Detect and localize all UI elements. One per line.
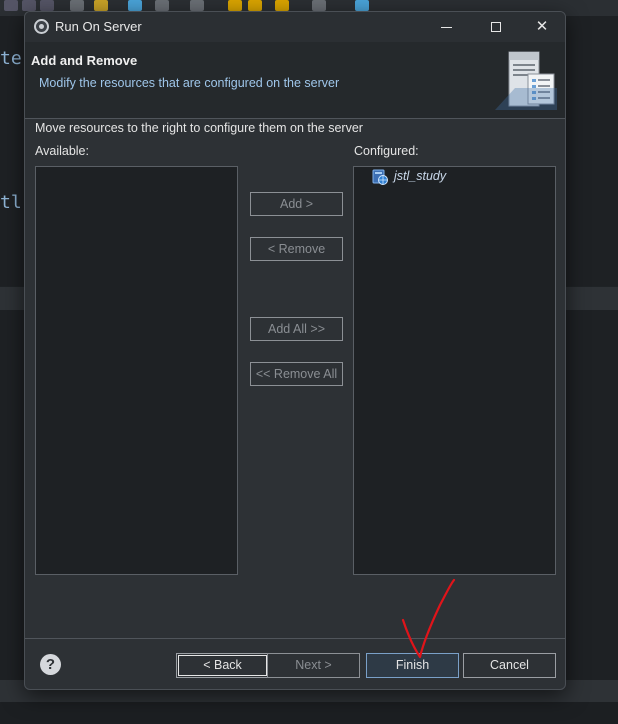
header-separator [25,118,565,119]
run-on-server-dialog: Run On Server ✕ Add and Remove Modify th… [24,11,566,690]
toolbar-icon[interactable] [94,0,108,11]
page-description: Modify the resources that are configured… [39,76,340,90]
next-button[interactable]: Next > [267,653,360,678]
toolbar-icon[interactable] [355,0,369,11]
back-button[interactable]: < Back [176,653,269,678]
cancel-button[interactable]: Cancel [463,653,556,678]
toolbar-icon[interactable] [22,0,36,11]
instruction-text: Move resources to the right to configure… [35,121,363,135]
close-button[interactable]: ✕ [519,12,565,42]
dialog-title: Run On Server [55,19,142,34]
remove-all-button[interactable]: << Remove All [250,362,343,386]
project-label: jstl_study [394,169,447,183]
available-label: Available: [35,144,89,158]
toolbar-icon[interactable] [128,0,142,11]
title-bar[interactable]: Run On Server ✕ [25,12,565,42]
toolbar-icon[interactable] [70,0,84,11]
eclipse-icon [34,19,49,34]
toolbar-icon[interactable] [40,0,54,11]
footer-separator [25,638,565,639]
maximize-icon [491,22,501,32]
toolbar-icon[interactable] [4,0,18,11]
code-fragment: te [0,48,22,69]
toolbar-icon[interactable] [190,0,204,11]
wizard-header: Add and Remove Modify the resources that… [25,42,565,118]
finish-button[interactable]: Finish [366,653,459,678]
server-icon [495,51,557,110]
add-button[interactable]: Add > [250,192,343,216]
close-icon: ✕ [535,18,549,35]
maximize-button[interactable] [473,12,519,42]
toolbar-icon[interactable] [275,0,289,11]
remove-button[interactable]: < Remove [250,237,343,261]
ide-status-bar [0,702,618,724]
configured-label: Configured: [354,144,419,158]
toolbar-icon[interactable] [228,0,242,11]
help-icon[interactable]: ? [40,654,61,675]
available-list[interactable] [35,166,238,575]
toolbar-icon[interactable] [312,0,326,11]
toolbar-icon[interactable] [248,0,262,11]
page-title: Add and Remove [31,53,138,68]
minimize-button[interactable] [423,12,469,42]
toolbar-icon[interactable] [155,0,169,11]
add-all-button[interactable]: Add All >> [250,317,343,341]
minimize-icon [441,27,452,28]
code-fragment: tl [0,192,22,213]
web-project-icon [372,169,388,185]
configured-list[interactable]: jstl_study [353,166,556,575]
